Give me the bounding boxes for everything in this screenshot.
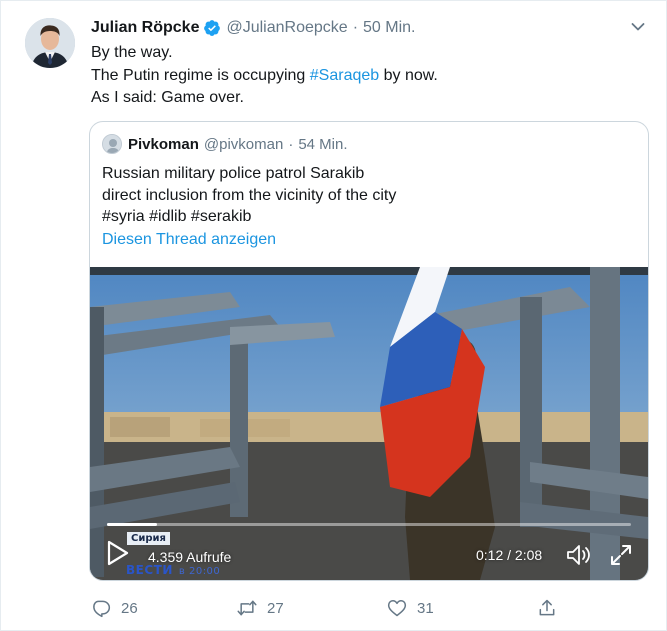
- header-separator: ·: [352, 19, 359, 36]
- header-separator: ·: [288, 135, 294, 153]
- play-icon[interactable]: [106, 540, 130, 566]
- quoted-text-line: direct inclusion from the vicinity of th…: [102, 186, 397, 204]
- channel-caption: Сирия: [127, 532, 170, 545]
- chevron-down-icon[interactable]: [630, 19, 646, 35]
- retweet-count: 27: [267, 599, 284, 617]
- quoted-hashtags[interactable]: #syria #idlib #serakib: [102, 206, 396, 228]
- video-progress-fill: [107, 523, 157, 526]
- reply-icon: [91, 598, 111, 618]
- quoted-tweet-header: Pivkoman @pivkoman · 54 Min.: [102, 134, 348, 154]
- tweet-text-segment: by now.: [379, 66, 438, 84]
- quoted-author-name[interactable]: Pivkoman: [128, 136, 199, 153]
- video-frame: [90, 267, 648, 580]
- quoted-tweet-text: Russian military police patrol Sarakib d…: [102, 163, 396, 228]
- quoted-tweet-timestamp[interactable]: 54 Min.: [298, 136, 347, 153]
- heart-icon: [387, 598, 407, 618]
- author-name[interactable]: Julian Röpcke: [91, 19, 199, 37]
- show-thread-link[interactable]: Diesen Thread anzeigen: [102, 231, 276, 249]
- author-avatar[interactable]: [25, 18, 75, 68]
- like-button[interactable]: 31: [387, 597, 434, 619]
- author-handle[interactable]: @JulianRoepcke: [226, 19, 347, 37]
- retweet-button[interactable]: 27: [237, 597, 284, 619]
- tweet-actions: 26 27 31: [91, 597, 561, 619]
- hashtag-link[interactable]: #Saraqeb: [310, 67, 379, 84]
- video-player[interactable]: Сирия ВЕСТИ в 20:00 4.359 Aufrufe 0:12 / …: [90, 267, 648, 580]
- tweet-text-line: As I said: Game over.: [91, 89, 244, 106]
- tweet-header: Julian Röpcke @JulianRoepcke · 50 Min.: [91, 17, 415, 39]
- quoted-author-avatar[interactable]: [102, 134, 122, 154]
- video-progress-bar[interactable]: [107, 523, 631, 526]
- tweet-text-line: By the way.: [91, 44, 173, 61]
- tweet-text-line: The Putin regime is occupying #Saraqeb b…: [91, 65, 438, 88]
- tweet-card[interactable]: Julian Röpcke @JulianRoepcke · 50 Min. B…: [0, 0, 667, 631]
- channel-logo: ВЕСТИ в 20:00: [126, 563, 220, 577]
- quoted-tweet[interactable]: Pivkoman @pivkoman · 54 Min. Russian mil…: [89, 121, 649, 581]
- video-view-count: 4.359 Aufrufe: [148, 549, 232, 565]
- tweet-text: By the way. The Putin regime is occupyin…: [91, 42, 438, 110]
- channel-airtime: в 20:00: [178, 566, 221, 577]
- quoted-author-handle[interactable]: @pivkoman: [204, 136, 283, 153]
- reply-button[interactable]: 26: [91, 597, 138, 619]
- retweet-icon: [237, 598, 257, 618]
- tweet-timestamp[interactable]: 50 Min.: [363, 19, 415, 37]
- share-icon: [537, 598, 557, 618]
- reply-count: 26: [121, 599, 138, 617]
- video-timecode: 0:12 / 2:08: [476, 547, 543, 563]
- like-count: 31: [417, 599, 434, 617]
- fullscreen-icon[interactable]: [609, 543, 633, 567]
- volume-icon[interactable]: [566, 543, 594, 567]
- verified-badge-icon: [203, 19, 221, 37]
- channel-logo-text: ВЕСТИ: [126, 563, 173, 577]
- tweet-text-segment: The Putin regime is occupying: [91, 66, 310, 84]
- quoted-text-line: Russian military police patrol Sarakib: [102, 165, 365, 182]
- share-button[interactable]: [537, 597, 557, 619]
